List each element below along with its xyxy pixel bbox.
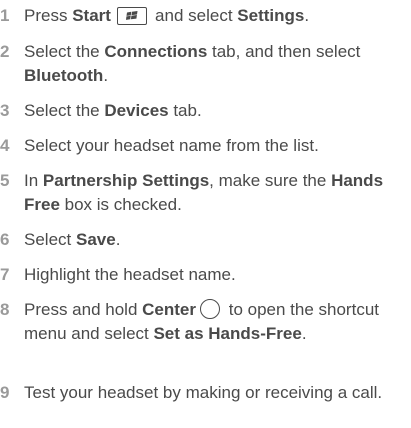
step-text-part: Select (24, 230, 76, 249)
step-text-part: Select the (24, 101, 105, 120)
windows-start-icon (117, 7, 148, 25)
step-text-part: In (24, 171, 43, 190)
step-text: Select Save. (24, 228, 410, 252)
step-number: 5 (0, 171, 10, 190)
step-text: Select your headset name from the list. (24, 136, 319, 155)
step-text-part: tab. (168, 101, 202, 120)
step-number: 4 (0, 136, 10, 155)
step-bold-term: Connections (104, 42, 208, 61)
step-text: Press Start and select Settings. (24, 4, 410, 28)
step-text: In Partnership Settings, make sure the H… (24, 169, 410, 217)
step-bold-term: Start (72, 6, 111, 25)
step-text-part: box is checked. (59, 195, 182, 214)
step-text-part: Press (24, 6, 73, 25)
step-text-part: Select the (24, 42, 105, 61)
step-text: Test your headset by making or receiving… (24, 383, 383, 402)
step-bold-term: Devices (104, 101, 169, 120)
step-text: Select the Devices tab. (24, 99, 410, 123)
step-number: 7 (0, 265, 10, 284)
step-bold-term: Center (142, 300, 196, 319)
step-text-part: . (301, 324, 307, 343)
step-text-part: Press and hold (24, 300, 143, 319)
step-text-part: . (103, 66, 109, 85)
step-number: 8 (0, 300, 10, 319)
step-number: 1 (0, 6, 10, 25)
step-text: Highlight the headset name. (24, 265, 236, 284)
step-bold-term: Set as Hands-Free (153, 324, 302, 343)
step-number: 9 (0, 383, 10, 402)
step-bold-term: Bluetooth (24, 66, 104, 85)
step-bold-term: Save (75, 230, 116, 249)
step-bold-term: Partnership Settings (42, 171, 210, 190)
step-number: 6 (0, 230, 10, 249)
step-text-part: . (115, 230, 121, 249)
step-bold-term: Settings (237, 6, 305, 25)
step-text: Press and hold Center to open the shortc… (24, 298, 410, 346)
step-text-part: and select (150, 6, 238, 25)
step-number: 2 (0, 42, 10, 61)
step-text-part: , make sure the (209, 171, 332, 190)
center-button-icon (200, 299, 220, 319)
step-text: Select the Connections tab, and then sel… (24, 40, 410, 88)
step-text-part: tab, and then select (207, 42, 361, 61)
step-number: 3 (0, 101, 10, 120)
step-text-part: . (304, 6, 310, 25)
